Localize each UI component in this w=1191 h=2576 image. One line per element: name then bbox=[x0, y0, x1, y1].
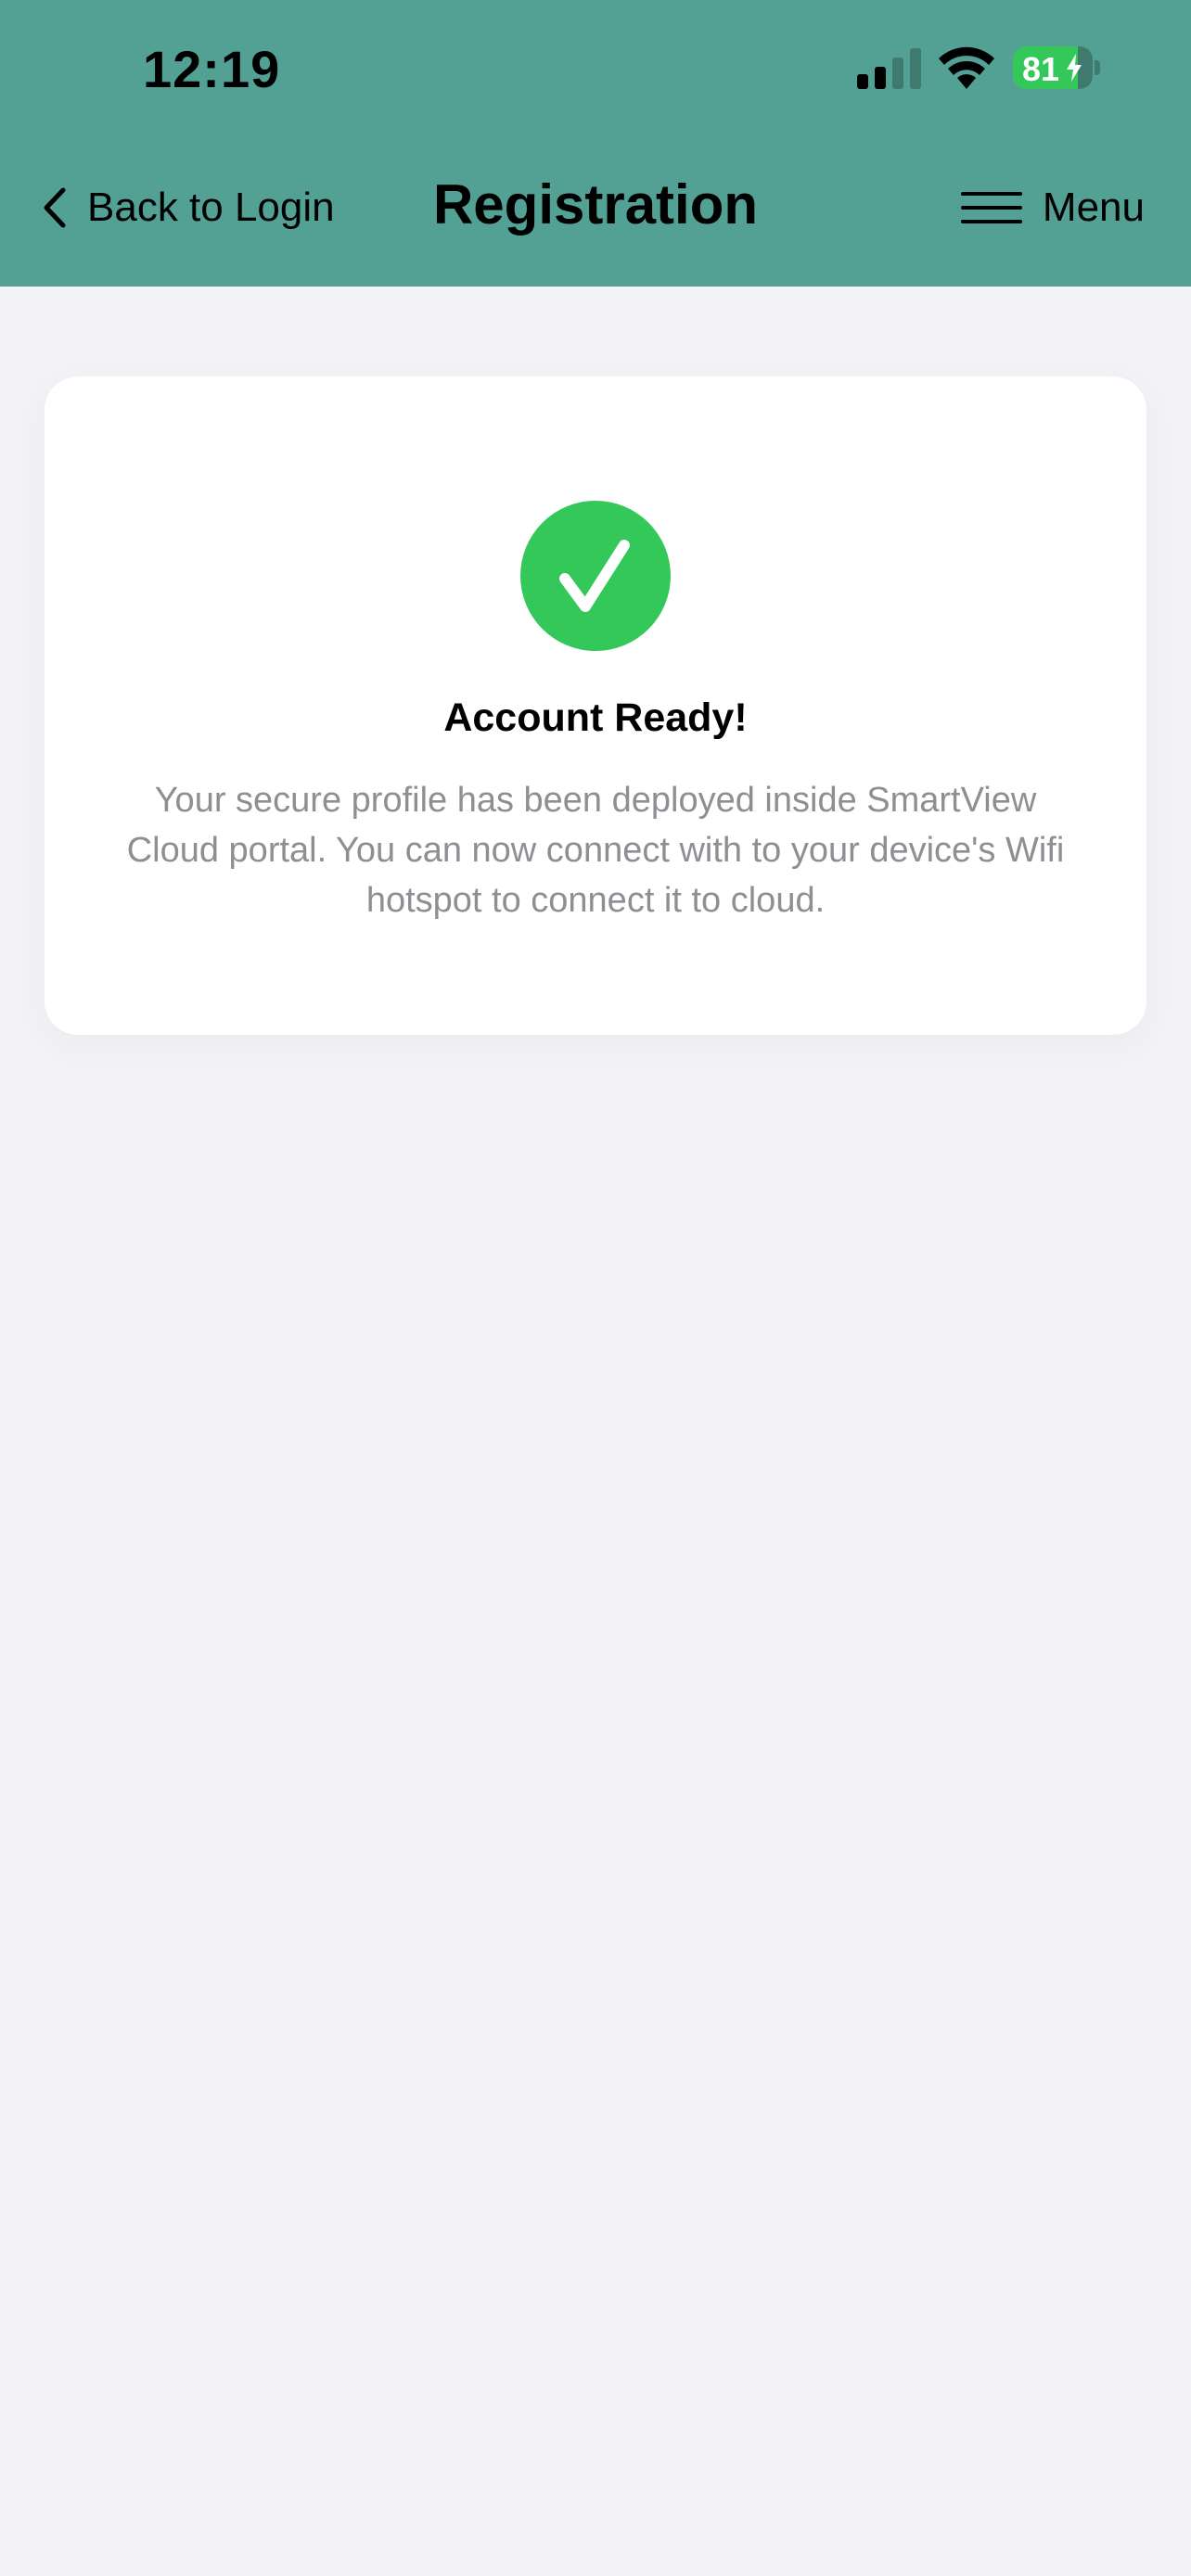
status-bar: 12:19 81 bbox=[0, 0, 1191, 139]
cellular-signal-icon bbox=[857, 48, 921, 89]
navigation-bar: Back to Login Registration Menu bbox=[0, 139, 1191, 287]
status-time: 12:19 bbox=[143, 40, 281, 98]
menu-button-label: Menu bbox=[1042, 185, 1145, 230]
header: 12:19 81 Back to Login Registration Menu bbox=[0, 0, 1191, 287]
battery-level: 81 bbox=[1022, 50, 1060, 88]
hamburger-menu-icon bbox=[960, 192, 1022, 223]
checkmark-circle-icon bbox=[520, 501, 671, 651]
account-ready-card: Account Ready! Your secure profile has b… bbox=[45, 376, 1146, 1035]
card-title: Account Ready! bbox=[443, 695, 748, 740]
checkmark-icon bbox=[559, 540, 630, 612]
wifi-icon bbox=[939, 46, 994, 89]
card-description: Your secure profile has been deployed in… bbox=[126, 781, 1065, 920]
charging-bolt-icon bbox=[1067, 54, 1082, 82]
menu-button[interactable]: Menu bbox=[960, 180, 1145, 236]
battery-charging-icon: 81 bbox=[1013, 46, 1100, 89]
